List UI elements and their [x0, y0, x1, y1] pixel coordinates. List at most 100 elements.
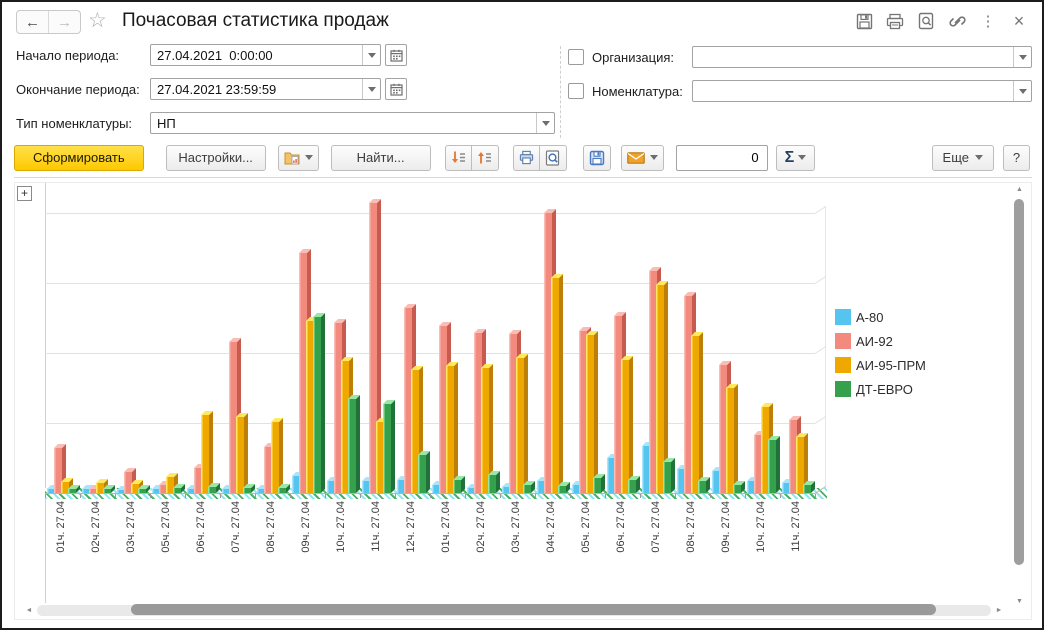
organization-checkbox[interactable] [568, 49, 584, 65]
start-period-dropdown[interactable] [362, 45, 380, 65]
nomenclature-type-input[interactable] [151, 113, 536, 133]
close-icon[interactable]: × [1008, 11, 1030, 31]
legend-label: АИ-95-ПРМ [856, 358, 926, 373]
x-axis-label: 06ч. 27.04 [615, 501, 629, 585]
start-period-label: Начало периода: [16, 48, 150, 63]
x-axis-label: 02ч. 27.04 [90, 501, 104, 585]
menu-icon[interactable]: ⋮ [977, 11, 999, 31]
legend-item: АИ-92 [835, 333, 893, 349]
bar [271, 422, 279, 493]
bar-side-face [629, 356, 633, 493]
print-preview-button[interactable] [540, 145, 567, 171]
bar [383, 404, 391, 493]
expand-groups-button[interactable] [445, 145, 472, 171]
scroll-left-arrow-icon[interactable]: ◄ [23, 604, 35, 617]
chevron-down-icon [798, 155, 806, 160]
x-axis-label: 09ч. 27.04 [720, 501, 734, 585]
settings-button[interactable]: Настройки... [166, 145, 266, 171]
print-icon[interactable] [884, 11, 906, 31]
scroll-up-arrow-icon[interactable]: ▲ [1013, 185, 1026, 195]
print-button[interactable] [513, 145, 540, 171]
nomenclature-type-dropdown[interactable] [536, 113, 554, 133]
vertical-scrollbar-thumb[interactable] [1014, 199, 1024, 565]
help-button[interactable]: ? [1003, 145, 1030, 171]
bar-side-face [594, 331, 598, 493]
legend-label: АИ-92 [856, 334, 893, 349]
calendar-icon [390, 83, 403, 96]
start-period-calendar-button[interactable] [385, 44, 407, 66]
chevron-down-icon [1019, 55, 1027, 60]
bar [446, 366, 454, 493]
x-axis-tick [500, 494, 501, 498]
x-axis-tick [150, 494, 151, 498]
bar [243, 488, 251, 493]
legend-swatch [835, 333, 851, 349]
favorite-star-icon[interactable]: ☆ [88, 8, 107, 33]
legend-item: АИ-95-ПРМ [835, 357, 926, 373]
send-mail-button[interactable] [621, 145, 664, 171]
chevron-down-icon [975, 155, 983, 160]
nav-group: ← → [16, 10, 81, 34]
bar-side-face [209, 411, 213, 493]
bar [201, 415, 209, 493]
forward-button[interactable]: → [49, 11, 80, 33]
expand-groups-icon [451, 150, 466, 165]
organization-input[interactable] [693, 47, 1013, 67]
bar [803, 485, 811, 493]
back-button[interactable]: ← [17, 11, 49, 33]
print-icon [519, 150, 534, 165]
bar-side-face [356, 395, 360, 493]
end-period-dropdown[interactable] [362, 79, 380, 99]
scroll-down-arrow-icon[interactable]: ▼ [1013, 597, 1026, 607]
bar [68, 489, 76, 493]
legend-item: ДТ-ЕВРО [835, 381, 913, 397]
more-button[interactable]: Еще [932, 145, 994, 171]
bar-side-face [524, 354, 528, 493]
save-icon[interactable] [853, 11, 875, 31]
collapse-groups-button[interactable] [472, 145, 499, 171]
vertical-scrollbar[interactable]: ▲ ▼ [1013, 185, 1026, 607]
find-button[interactable]: Найти... [331, 145, 431, 171]
bar [558, 486, 566, 493]
x-axis-label: 01ч. 27.04 [55, 501, 69, 585]
end-period-label: Окончание периода: [16, 82, 150, 97]
nomenclature-dropdown[interactable] [1013, 81, 1031, 101]
calendar-icon [390, 49, 403, 62]
bar-side-face [321, 313, 325, 493]
filter-row-nomenclature: Номенклатура: [568, 79, 1032, 103]
preview-icon[interactable] [915, 11, 937, 31]
bar [516, 358, 524, 493]
page-title: Почасовая статистика продаж [122, 10, 389, 32]
nomenclature-checkbox[interactable] [568, 83, 584, 99]
nomenclature-field [692, 80, 1032, 102]
horizontal-scrollbar[interactable]: ◄ ► [23, 604, 1005, 617]
x-axis-tick [80, 494, 81, 498]
bar [453, 480, 461, 493]
filter-row-end: Окончание периода: [16, 77, 407, 101]
generate-button[interactable]: Сформировать [14, 145, 144, 171]
nomenclature-input[interactable] [693, 81, 1013, 101]
end-period-calendar-button[interactable] [385, 78, 407, 100]
bar [628, 480, 636, 493]
counter-input[interactable] [677, 146, 767, 170]
x-axis-tick [815, 494, 816, 498]
organization-dropdown[interactable] [1013, 47, 1031, 67]
sum-button[interactable]: Σ [776, 145, 816, 171]
report-variants-button[interactable] [278, 145, 319, 171]
x-axis-label: 02ч. 27.04 [475, 501, 489, 585]
scroll-right-arrow-icon[interactable]: ► [993, 604, 1005, 617]
legend-swatch [835, 357, 851, 373]
save-icon [589, 150, 605, 166]
x-axis-label: 10ч. 27.04 [335, 501, 349, 585]
save-result-button[interactable] [583, 145, 611, 171]
start-period-input[interactable] [151, 45, 362, 65]
x-axis-tick [185, 494, 186, 498]
window-header: ← → ☆ Почасовая статистика продаж ⋮ × [2, 2, 1042, 40]
end-period-input[interactable] [151, 79, 362, 99]
x-axis-tick [780, 494, 781, 498]
toolbar-chart-separator [14, 177, 1032, 178]
x-axis-label: 11ч. 27.04 [370, 501, 384, 585]
link-icon[interactable] [946, 11, 968, 31]
horizontal-scrollbar-thumb[interactable] [131, 604, 936, 615]
x-axis-label: 08ч. 27.04 [265, 501, 279, 585]
